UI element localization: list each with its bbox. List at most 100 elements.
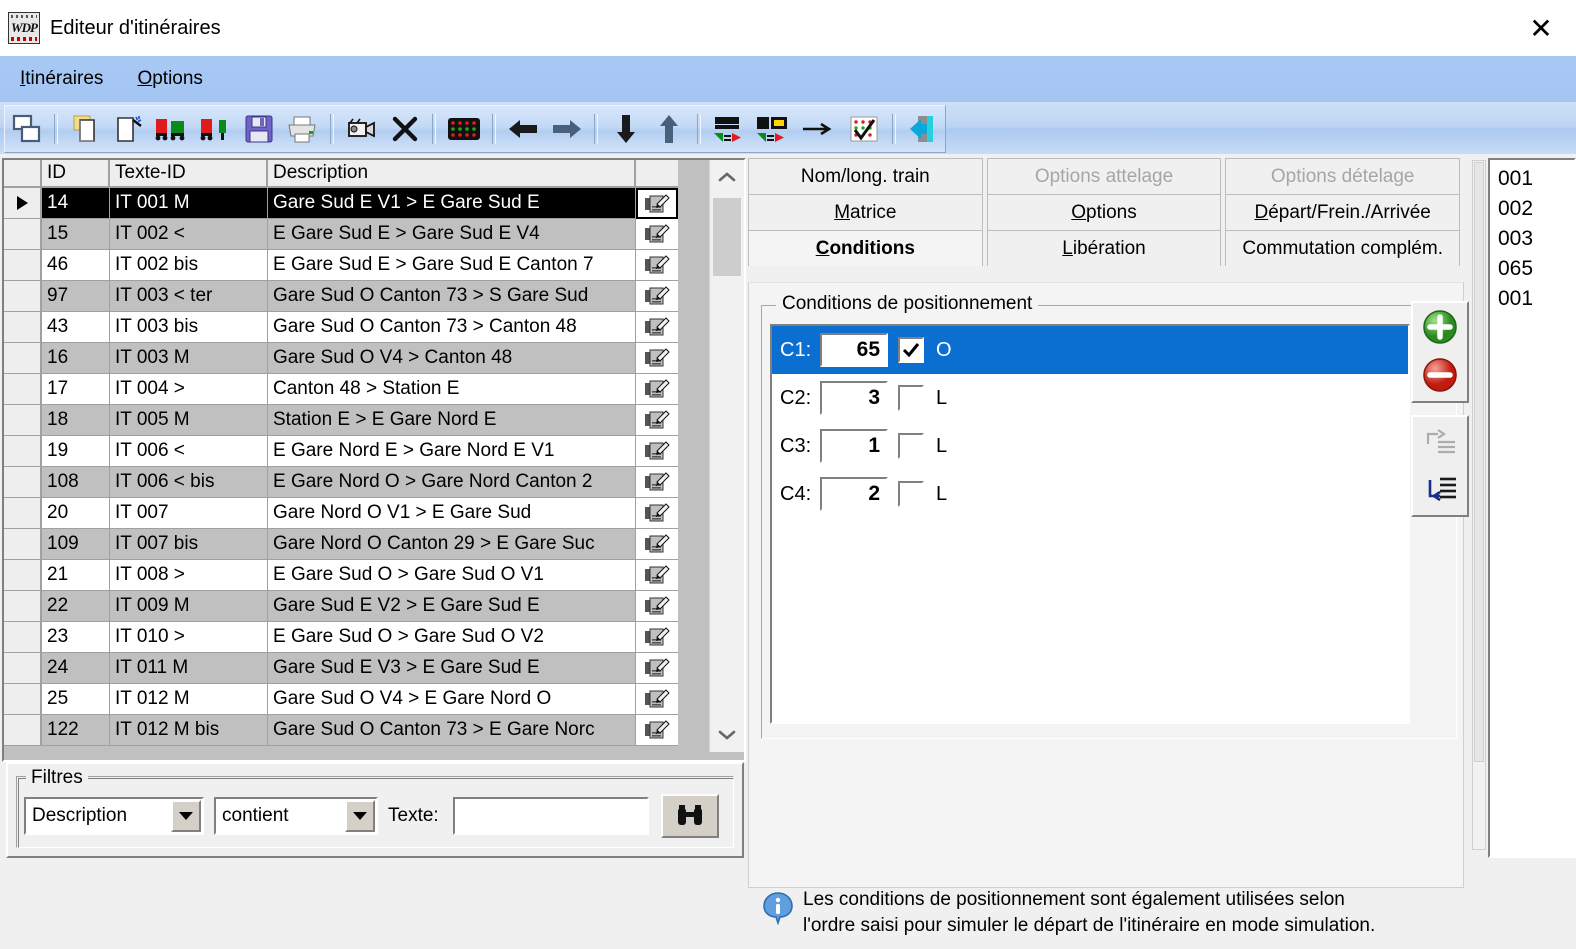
- exit-door-icon[interactable]: [902, 109, 945, 149]
- tab-options[interactable]: Options: [986, 194, 1222, 230]
- edit-route-icon[interactable]: [636, 529, 678, 560]
- binoculars-icon[interactable]: [660, 794, 719, 838]
- arrow-right-icon[interactable]: [545, 109, 588, 149]
- edit-route-icon[interactable]: [636, 684, 678, 715]
- condition-value-input[interactable]: 3: [820, 381, 888, 415]
- edit-route-icon[interactable]: [636, 188, 678, 219]
- list-item[interactable]: 065: [1498, 254, 1574, 284]
- print-icon[interactable]: [281, 109, 324, 149]
- arrow-left-icon[interactable]: [502, 109, 545, 149]
- move-in-button[interactable]: [1413, 465, 1467, 513]
- table-row[interactable]: 18 IT 005 M Station E > E Gare Nord E: [4, 405, 678, 436]
- table-row[interactable]: 15 IT 002 < E Gare Sud E > Gare Sud E V4: [4, 219, 678, 250]
- speed-kmh-icon[interactable]: [793, 109, 842, 149]
- tab-depart-frein-arrivee[interactable]: Départ/Frein./Arrivée: [1225, 194, 1461, 230]
- save-icon[interactable]: [237, 109, 280, 149]
- train-signal-icon[interactable]: [194, 109, 237, 149]
- arrow-down-icon[interactable]: [604, 109, 647, 149]
- table-row[interactable]: 19 IT 006 < E Gare Nord E > Gare Nord E V1: [4, 436, 678, 467]
- condition-row[interactable]: C2: 3 L: [772, 374, 1408, 422]
- filter-text-input[interactable]: [452, 797, 649, 835]
- grid-vertical-scrollbar[interactable]: [709, 160, 744, 752]
- table-row[interactable]: 24 IT 011 M Gare Sud E V3 > E Gare Sud E: [4, 653, 678, 684]
- edit-route-icon[interactable]: [636, 436, 678, 467]
- edit-route-icon[interactable]: [636, 374, 678, 405]
- tab-liberation[interactable]: Libération: [986, 230, 1222, 266]
- edit-route-icon[interactable]: [636, 219, 678, 250]
- condition-row[interactable]: C3: 1 L: [772, 422, 1408, 470]
- new-document-icon[interactable]: [64, 109, 107, 149]
- right-panel-scrollbar[interactable]: [1472, 160, 1486, 850]
- checklist-icon[interactable]: [843, 109, 886, 149]
- condition-checkbox[interactable]: [898, 385, 924, 411]
- grid-rows-container[interactable]: 14 IT 001 M Gare Sud E V1 > E Gare Sud E 1…: [4, 188, 678, 752]
- list-item[interactable]: 001: [1498, 164, 1574, 194]
- table-row[interactable]: 21 IT 008 > E Gare Sud O > Gare Sud O V1: [4, 560, 678, 591]
- two-trains-icon[interactable]: [151, 109, 194, 149]
- condition-checkbox[interactable]: [898, 481, 924, 507]
- train-block-icon[interactable]: [707, 109, 750, 149]
- edit-route-icon[interactable]: [636, 250, 678, 281]
- grid-header-description[interactable]: Description: [268, 160, 636, 188]
- edit-route-icon[interactable]: [636, 281, 678, 312]
- remove-condition-button[interactable]: [1413, 351, 1467, 399]
- condition-value-input[interactable]: 65: [820, 333, 888, 367]
- chevron-down-icon[interactable]: [345, 800, 375, 832]
- menu-options[interactable]: Options: [123, 66, 216, 92]
- condition-row[interactable]: C1: 65 O: [772, 326, 1408, 374]
- edit-route-icon[interactable]: [636, 591, 678, 622]
- edit-route-icon[interactable]: [636, 467, 678, 498]
- condition-value-input[interactable]: 1: [820, 429, 888, 463]
- chevron-down-icon[interactable]: [171, 800, 201, 832]
- table-row[interactable]: 20 IT 007 Gare Nord O V1 > E Gare Sud: [4, 498, 678, 529]
- grid-header-texte-id[interactable]: Texte-ID: [110, 160, 268, 188]
- edit-route-icon[interactable]: [636, 560, 678, 591]
- filter-operator-select[interactable]: contient: [214, 797, 378, 835]
- list-item[interactable]: 001: [1498, 284, 1574, 314]
- edit-route-icon[interactable]: [636, 498, 678, 529]
- table-row[interactable]: 122 IT 012 M bis Gare Sud O Canton 73 > E …: [4, 715, 678, 746]
- condition-row[interactable]: C4: 2 L: [772, 470, 1408, 518]
- close-icon[interactable]: ✕: [1520, 8, 1562, 48]
- table-row[interactable]: 109 IT 007 bis Gare Nord O Canton 29 > E G…: [4, 529, 678, 560]
- condition-value-input[interactable]: 2: [820, 477, 888, 511]
- table-row[interactable]: 16 IT 003 M Gare Sud O V4 > Canton 48: [4, 343, 678, 374]
- route-numbers-list[interactable]: 001 002 003 065 001: [1488, 158, 1576, 858]
- table-row[interactable]: 14 IT 001 M Gare Sud E V1 > E Gare Sud E: [4, 188, 678, 219]
- keyboard-matrix-icon[interactable]: [442, 109, 485, 149]
- list-item[interactable]: 002: [1498, 194, 1574, 224]
- table-row[interactable]: 43 IT 003 bis Gare Sud O Canton 73 > Canto…: [4, 312, 678, 343]
- condition-checkbox[interactable]: [898, 337, 924, 363]
- conditions-list[interactable]: C1: 65 O C2: 3 L C3: 1 L C4: 2 L: [770, 324, 1410, 724]
- edit-route-icon[interactable]: [636, 622, 678, 653]
- edit-route-icon[interactable]: [636, 653, 678, 684]
- tab-conditions[interactable]: Conditions: [748, 230, 983, 266]
- move-out-button[interactable]: [1413, 417, 1467, 465]
- edit-route-icon[interactable]: [636, 312, 678, 343]
- table-row[interactable]: 25 IT 012 M Gare Sud O V4 > E Gare Nord O: [4, 684, 678, 715]
- edit-route-icon[interactable]: [636, 343, 678, 374]
- list-item[interactable]: 003: [1498, 224, 1574, 254]
- copy-windows-icon[interactable]: [5, 109, 48, 149]
- edit-route-icon[interactable]: [636, 405, 678, 436]
- table-row[interactable]: 23 IT 010 > E Gare Sud O > Gare Sud O V2: [4, 622, 678, 653]
- tab-nom-long-train[interactable]: Nom/long. train: [748, 158, 983, 194]
- train-block-display-icon[interactable]: [750, 109, 793, 149]
- table-row[interactable]: 108 IT 006 < bis E Gare Nord O > Gare Nord…: [4, 467, 678, 498]
- table-row[interactable]: 97 IT 003 < ter Gare Sud O Canton 73 > S G…: [4, 281, 678, 312]
- menu-itineraires[interactable]: Itinéraires: [6, 66, 117, 92]
- filter-field-select[interactable]: Description: [24, 797, 204, 835]
- new-document-wizard-icon[interactable]: [108, 109, 151, 149]
- scroll-down-icon[interactable]: [710, 718, 744, 752]
- table-row[interactable]: 46 IT 002 bis E Gare Sud E > Gare Sud E Ca…: [4, 250, 678, 281]
- tab-commutation-complem[interactable]: Commutation complém.: [1225, 230, 1461, 266]
- scroll-up-icon[interactable]: [710, 160, 744, 194]
- right-panel-scroll-thumb[interactable]: [1474, 162, 1484, 762]
- camera-icon[interactable]: [340, 109, 383, 149]
- tab-options-attelage[interactable]: Options attelage: [986, 158, 1222, 194]
- grid-header-id[interactable]: ID: [42, 160, 110, 188]
- table-row[interactable]: 17 IT 004 > Canton 48 > Station E: [4, 374, 678, 405]
- arrow-up-icon[interactable]: [648, 109, 691, 149]
- tab-matrice[interactable]: Matrice: [748, 194, 983, 230]
- edit-route-icon[interactable]: [636, 715, 678, 746]
